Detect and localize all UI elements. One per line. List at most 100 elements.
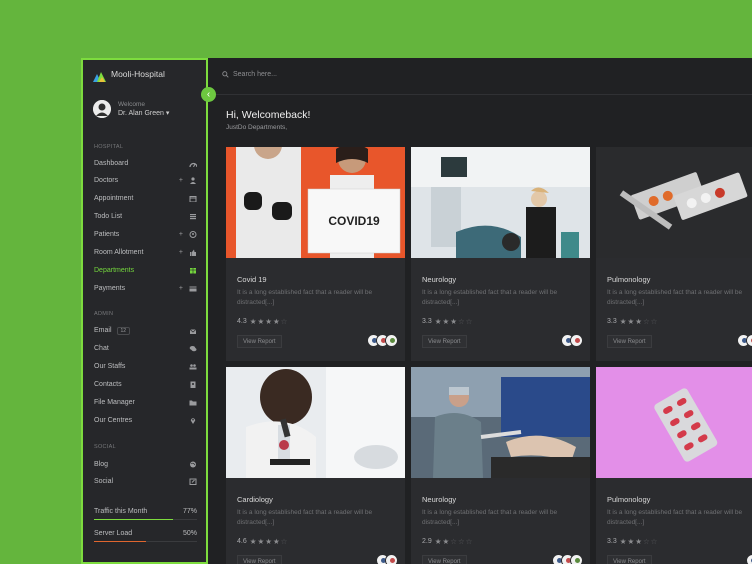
plus-icon[interactable]: + [179, 231, 183, 238]
star-filled-icon: ★ [434, 317, 442, 326]
sidebar-item-label: Patients [94, 231, 120, 239]
star-filled-icon: ★ [434, 537, 442, 546]
avatar [93, 100, 111, 118]
sidebar-item-label: Todo List [94, 213, 123, 221]
team-avatars [552, 554, 583, 564]
sidebar-item-chat[interactable]: Chat [94, 343, 197, 355]
sidebar-item-blog[interactable]: Blog [94, 458, 197, 470]
view-report-button[interactable]: View Report [607, 335, 652, 348]
star-empty-icon: ☆ [465, 537, 473, 546]
sidebar-item-dashboard[interactable]: Dashboard [94, 157, 197, 169]
rating-value: 3.3 [422, 318, 432, 325]
sidebar-item-label: Social [94, 478, 114, 486]
gauge-icon [189, 160, 197, 167]
user-name[interactable]: Dr. Alan Green ▾ [118, 109, 169, 117]
plus-icon[interactable]: + [179, 285, 183, 292]
view-report-button[interactable]: View Report [422, 555, 467, 564]
sidebar-item-label: Our Centres [94, 417, 133, 424]
user-profile[interactable]: Welcome Dr. Alan Green ▾ [93, 100, 169, 118]
team-avatars [376, 554, 398, 564]
users-icon [189, 363, 197, 370]
sidebar-item-file-manager[interactable]: File Manager [94, 397, 197, 409]
plus-icon[interactable]: + [179, 249, 183, 256]
sidebar-item-label: Doctors [94, 177, 119, 185]
avatar[interactable] [385, 554, 398, 564]
star-filled-icon: ★ [249, 317, 257, 326]
sidebar-item-contacts[interactable]: Contacts [94, 379, 197, 391]
avatar[interactable] [570, 334, 583, 347]
view-report-button[interactable]: View Report [607, 555, 652, 564]
star-filled-icon: ★ [442, 317, 450, 326]
star-filled-icon: ★ [635, 317, 642, 326]
sidebar-item-our-staffs[interactable]: Our Staffs [94, 361, 197, 373]
chevron-left-icon: ‹ [206, 89, 211, 100]
rating: 2.9 ★ ★ ☆ ☆ ☆ [422, 537, 472, 546]
progress-fill [94, 519, 174, 520]
department-card[interactable]: Neurology It is a long established fact t… [411, 147, 590, 361]
card-title: Cardiology [237, 495, 273, 504]
sidebar-item-label: Chat [94, 345, 109, 353]
star-filled-icon: ★ [619, 317, 627, 326]
department-card[interactable]: Cardiology It is a long established fact … [226, 367, 405, 564]
search-bar[interactable]: Search here... [222, 71, 277, 78]
sidebar-item-doctors[interactable]: Doctors + [94, 175, 197, 187]
search-input[interactable]: Search here... [233, 71, 277, 78]
logo-icon [93, 69, 106, 82]
star-filled-icon: ★ [450, 317, 457, 326]
sidebar-item-patients[interactable]: Patients + [94, 229, 197, 241]
collapse-sidebar-button[interactable]: ‹ [201, 87, 216, 102]
rating-value: 3.3 [607, 318, 617, 325]
sidebar-item-label: Room Allotment [94, 249, 144, 256]
star-empty-icon: ☆ [642, 317, 650, 326]
rating: 4.6 ★ ★ ★ ★ ☆ [237, 537, 287, 546]
star-empty-icon: ☆ [280, 317, 288, 326]
star-rating: ★ ★ ☆ ☆ ☆ [435, 537, 473, 546]
sidebar-item-label: Email 12 [94, 327, 189, 335]
star-empty-icon: ☆ [465, 317, 473, 326]
section-hospital: HOSPITAL [94, 144, 124, 150]
sidebar-item-todo-list[interactable]: Todo List [94, 211, 197, 223]
rating-value: 3.3 [607, 538, 617, 545]
star-empty-icon: ☆ [650, 317, 658, 326]
avatar[interactable] [385, 334, 398, 347]
avatar[interactable] [746, 334, 752, 347]
department-card[interactable]: Neurology It is a long established fact t… [411, 367, 590, 564]
department-card[interactable]: Pulmonology It is a long established fact… [596, 367, 752, 564]
covid-sign-photo: COVID19 [226, 147, 405, 258]
view-report-button[interactable]: View Report [422, 335, 467, 348]
view-report-button[interactable]: View Report [237, 335, 282, 348]
progress-track [94, 519, 197, 520]
sidebar-item-room-allotment[interactable]: Room Allotment + [94, 247, 197, 259]
stat-server-load: Server Load 50% [94, 530, 197, 542]
table-icon [189, 267, 197, 274]
sidebar-item-email[interactable]: Email 12 [94, 325, 197, 337]
stat-value: 77% [182, 508, 197, 515]
stat-label: Server Load [94, 530, 133, 537]
sidebar-item-departments[interactable]: Departments [94, 264, 197, 276]
sidebar-item-our-centres[interactable]: Our Centres [94, 415, 197, 427]
department-card[interactable]: Pulmonology It is a long established fact… [596, 147, 752, 361]
stat-value: 50% [182, 530, 197, 537]
rating: 3.3 ★ ★ ★ ☆ ☆ [607, 317, 657, 326]
stat-traffic-this-month: Traffic this Month 77% [94, 508, 197, 520]
brand[interactable]: Mooli-Hospital [93, 69, 165, 82]
sidebar-item-payments[interactable]: Payments + [94, 282, 197, 294]
card-description: It is a long established fact that a rea… [237, 509, 373, 526]
plus-icon[interactable]: + [179, 177, 183, 184]
department-card[interactable]: COVID19 Covid 19 It is a long established … [226, 147, 405, 361]
sidebar-item-label: Dashboard [94, 159, 129, 167]
greeting: Hi, Welcomeback! JustDo Departments, [226, 109, 310, 131]
star-rating: ★ ★ ★ ☆ ☆ [620, 317, 658, 326]
section-admin: ADMIN [94, 311, 114, 317]
welcome-label: Welcome [118, 101, 145, 108]
card-title: Pulmonology [607, 275, 651, 284]
sidebar-item-label: File Manager [94, 399, 135, 407]
view-report-button[interactable]: View Report [237, 555, 282, 564]
avatar[interactable] [746, 554, 752, 564]
star-filled-icon: ★ [257, 317, 265, 326]
sidebar-item-social[interactable]: Social [94, 476, 197, 488]
star-filled-icon: ★ [627, 537, 635, 546]
sidebar-item-appointment[interactable]: Appointment [94, 193, 197, 205]
avatar[interactable] [570, 554, 583, 564]
star-rating: ★ ★ ★ ☆ ☆ [620, 537, 658, 546]
